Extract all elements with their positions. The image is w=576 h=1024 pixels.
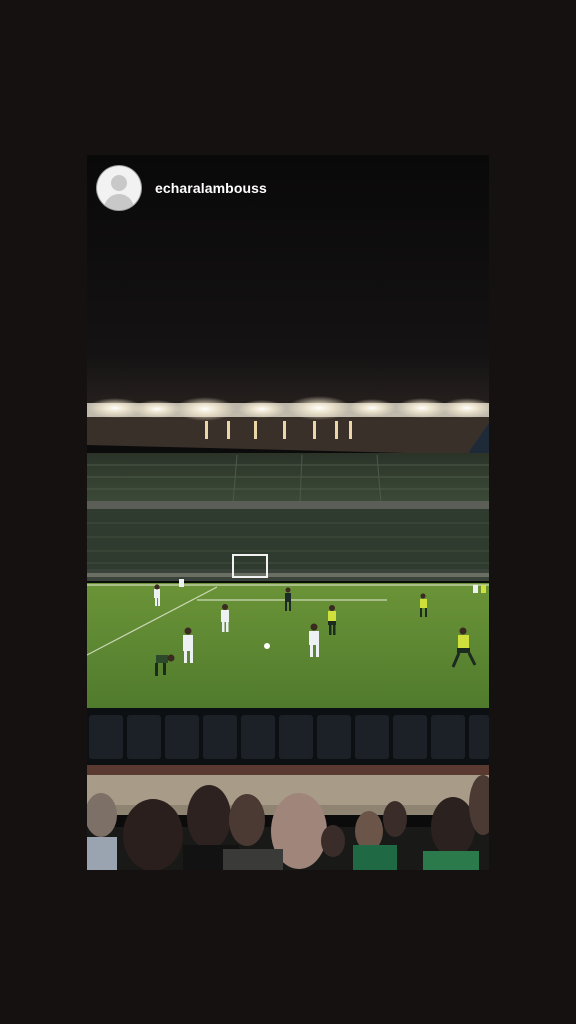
username[interactable]: echaralambouss [155, 180, 267, 196]
story-photo [87, 155, 489, 870]
stadium-photo [87, 155, 489, 870]
avatar-head [111, 175, 127, 191]
avatar-body [104, 194, 134, 210]
ball [264, 643, 270, 649]
user-avatar-icon[interactable] [97, 166, 141, 210]
story-header: echaralambouss [97, 165, 477, 211]
